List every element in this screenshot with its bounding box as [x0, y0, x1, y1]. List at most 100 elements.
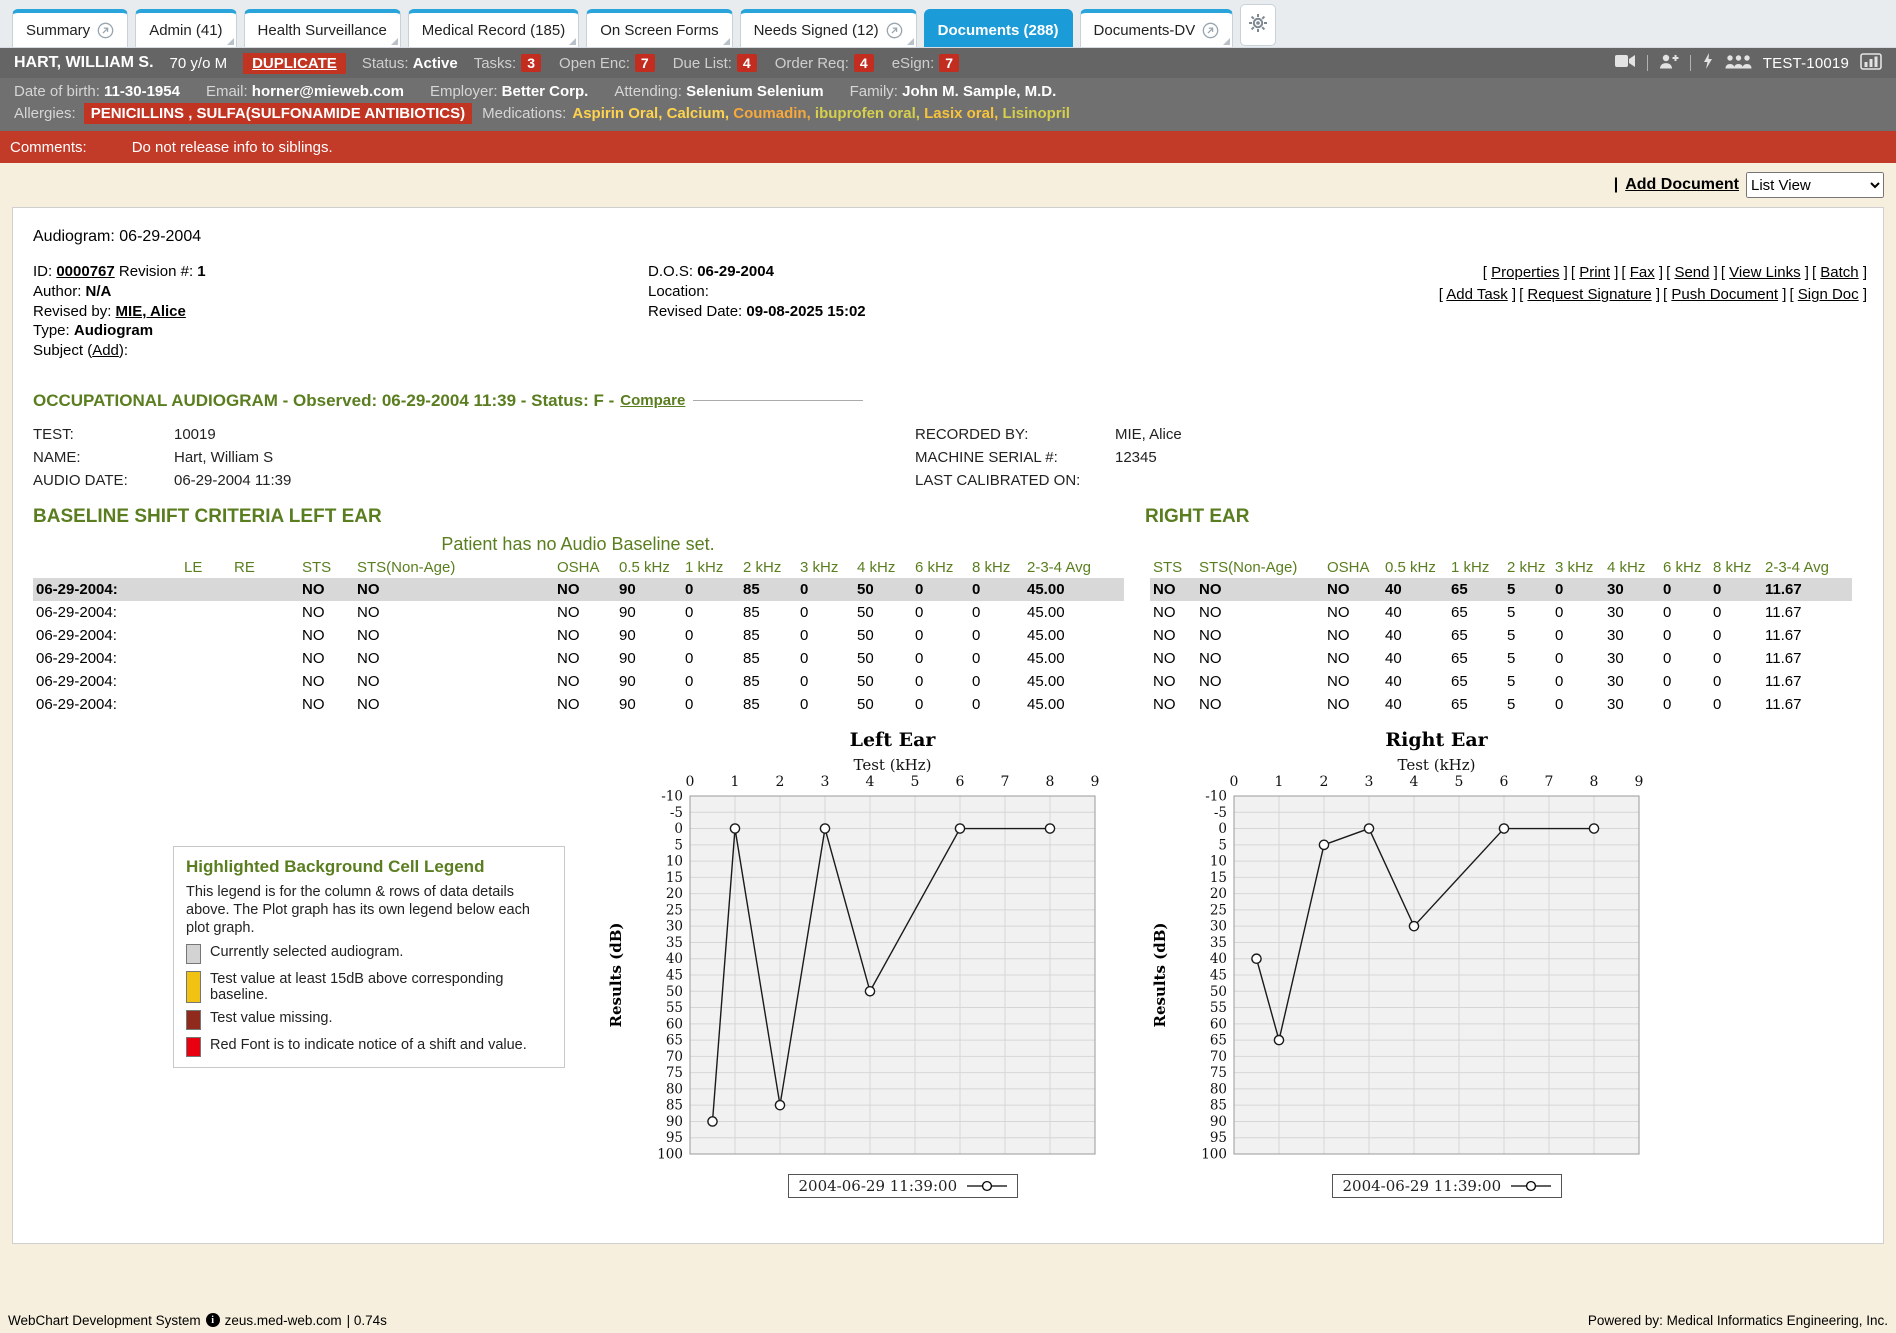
- action-link-sign-doc[interactable]: Sign Doc: [1798, 286, 1859, 303]
- document-panel: Audiogram: 06-29-2004 ID: 0000767 Revisi…: [12, 207, 1884, 1244]
- svg-text:0: 0: [1230, 774, 1239, 790]
- video-camera-icon[interactable]: [1615, 54, 1636, 72]
- table-row[interactable]: 06-29-2004:NONONO900850500045.00NONONO40…: [33, 670, 1852, 693]
- id-label: ID:: [33, 263, 52, 280]
- svg-text:50: 50: [666, 984, 683, 1000]
- people-icon[interactable]: [1725, 54, 1752, 73]
- tab-admin-41[interactable]: Admin (41): [135, 9, 236, 47]
- external-link-icon: [886, 22, 903, 39]
- tab-health-surveillance[interactable]: Health Surveillance: [244, 9, 401, 47]
- duplicate-flag[interactable]: DUPLICATE: [243, 53, 346, 74]
- cell: 65: [1448, 601, 1504, 624]
- counter-badge[interactable]: 7: [635, 54, 655, 72]
- svg-text:20: 20: [1210, 886, 1227, 902]
- tab-documents-dv[interactable]: Documents-DV: [1080, 9, 1234, 47]
- table-row[interactable]: 06-29-2004:NONONO900850500045.00NONONO40…: [33, 647, 1852, 670]
- tab-summary[interactable]: Summary: [12, 9, 128, 47]
- svg-text:7: 7: [1001, 774, 1010, 790]
- counter-label: eSign:: [892, 55, 935, 72]
- audiogram-header: OCCUPATIONAL AUDIOGRAM - Observed: 06-29…: [33, 391, 1863, 411]
- table-row[interactable]: 06-29-2004:NONONO900850500045.00NONONO40…: [33, 578, 1852, 601]
- cell: 40: [1382, 624, 1448, 647]
- add-person-icon[interactable]: [1659, 54, 1679, 73]
- cell: 0: [797, 647, 854, 670]
- table-row[interactable]: 06-29-2004:NONONO900850500045.00NONONO40…: [33, 693, 1852, 716]
- cell: 11.67: [1762, 693, 1852, 716]
- series-marker-icon: [967, 1180, 1007, 1192]
- cell: 65: [1448, 693, 1504, 716]
- action-link-request-signature[interactable]: Request Signature: [1527, 286, 1651, 303]
- patient-name: HART, WILLIAM S.: [14, 54, 154, 72]
- cell: 0: [969, 670, 1024, 693]
- view-mode-select[interactable]: List View: [1746, 172, 1884, 198]
- action-link-batch[interactable]: Batch: [1820, 264, 1858, 281]
- action-link-properties[interactable]: Properties: [1491, 264, 1559, 281]
- svg-text:55: 55: [666, 1000, 683, 1016]
- counter-label: Open Enc:: [559, 55, 630, 72]
- revised-by-link[interactable]: MIE, Alice: [116, 303, 186, 320]
- subject-add-link[interactable]: Add: [92, 342, 119, 359]
- svg-text:40: 40: [1210, 951, 1227, 967]
- svg-text:45: 45: [1210, 967, 1227, 983]
- audio-date-label: AUDIO DATE:: [33, 469, 174, 492]
- tab-on-screen-forms[interactable]: On Screen Forms: [586, 9, 732, 47]
- tab-medical-record-185[interactable]: Medical Record (185): [408, 9, 579, 47]
- main-content: | Add Document List View Audiogram: 06-2…: [0, 163, 1896, 1307]
- col-header: [33, 557, 181, 578]
- svg-text:0: 0: [674, 821, 683, 837]
- medication-lisinopril[interactable]: Lisinopril: [1002, 105, 1070, 122]
- svg-text:65: 65: [666, 1033, 683, 1049]
- recorded-by-label: RECORDED BY:: [915, 423, 1115, 446]
- document-id-link[interactable]: 0000767: [56, 263, 114, 280]
- tab-documents-288[interactable]: Documents (288): [924, 9, 1073, 47]
- cell: 0: [969, 578, 1024, 601]
- add-document-link[interactable]: Add Document: [1625, 176, 1739, 194]
- action-link-push-document[interactable]: Push Document: [1671, 286, 1778, 303]
- tab-bar: SummaryAdmin (41)Health SurveillanceMedi…: [0, 0, 1896, 48]
- patient-age-sex: 70 y/o M: [170, 55, 228, 72]
- compare-link[interactable]: Compare: [620, 392, 685, 409]
- cell: 5: [1504, 601, 1552, 624]
- action-link-fax[interactable]: Fax: [1630, 264, 1655, 281]
- medication-coumadin[interactable]: Coumadin,: [733, 105, 815, 122]
- revised-date-value: 09-08-2025 15:02: [746, 303, 865, 320]
- cell: 45.00: [1024, 624, 1124, 647]
- chart-stats-icon[interactable]: [1860, 53, 1882, 74]
- medication-calcium[interactable]: Calcium,: [667, 105, 734, 122]
- svg-text:25: 25: [1210, 902, 1227, 918]
- info-icon[interactable]: i: [206, 1313, 220, 1327]
- footer-left: WebChart Development System i zeus.med-w…: [8, 1313, 387, 1328]
- subject-suffix: ):: [119, 342, 128, 359]
- svg-text:2: 2: [776, 774, 785, 790]
- action-link-add-task[interactable]: Add Task: [1446, 286, 1507, 303]
- counter-badge[interactable]: 4: [854, 54, 874, 72]
- table-row[interactable]: 06-29-2004:NONONO900850500045.00NONONO40…: [33, 601, 1852, 624]
- medication-lasix-oral[interactable]: Lasix oral,: [924, 105, 1002, 122]
- action-push-document: [ Push Document ]: [1663, 286, 1786, 303]
- tab-needs-signed-12[interactable]: Needs Signed (12): [740, 9, 917, 47]
- medication-aspirin-oral[interactable]: Aspirin Oral,: [572, 105, 666, 122]
- action-link-send[interactable]: Send: [1674, 264, 1709, 281]
- cell: 0: [1660, 693, 1710, 716]
- tab-settings-button[interactable]: [1240, 4, 1276, 46]
- table-row[interactable]: 06-29-2004:NONONO900850500045.00NONONO40…: [33, 624, 1852, 647]
- action-link-print[interactable]: Print: [1579, 264, 1610, 281]
- legend-swatch: [186, 1037, 201, 1057]
- legend-text: Currently selected audiogram.: [210, 944, 403, 964]
- revised-date-label: Revised Date:: [648, 303, 742, 320]
- cell: 0: [1710, 624, 1762, 647]
- machine-serial-label: MACHINE SERIAL #:: [915, 446, 1115, 469]
- dos-value: 06-29-2004: [697, 263, 774, 280]
- counter-badge[interactable]: 3: [521, 54, 541, 72]
- document-toolbar: | Add Document List View: [12, 163, 1884, 207]
- medication-ibuprofen-oral[interactable]: ibuprofen oral,: [815, 105, 924, 122]
- counter-badge[interactable]: 7: [939, 54, 959, 72]
- allergies-value[interactable]: PENICILLINS , SULFA(SULFONAMIDE ANTIBIOT…: [84, 103, 472, 124]
- info-employer: Employer: Better Corp.: [430, 83, 588, 100]
- cell: NO: [354, 578, 554, 601]
- svg-text:1: 1: [731, 774, 740, 790]
- counter-badge[interactable]: 4: [737, 54, 757, 72]
- cell: 0: [969, 647, 1024, 670]
- action-link-view-links[interactable]: View Links: [1729, 264, 1800, 281]
- lightning-icon[interactable]: [1702, 53, 1714, 73]
